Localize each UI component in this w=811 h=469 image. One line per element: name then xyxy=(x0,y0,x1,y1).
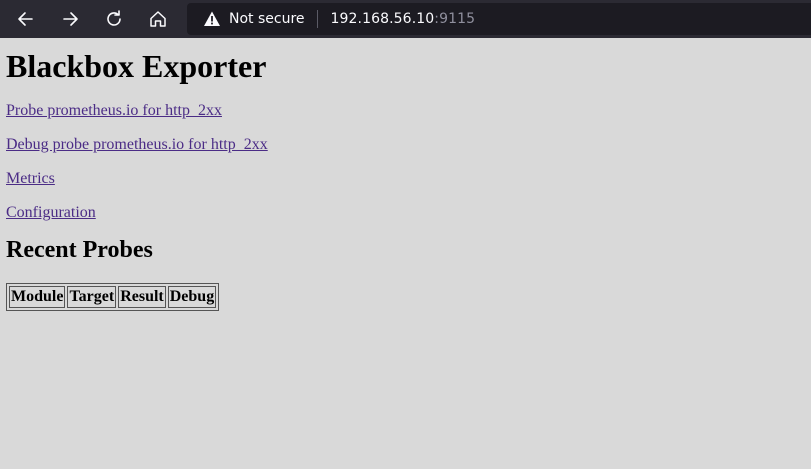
metrics-link[interactable]: Metrics xyxy=(6,170,55,188)
url-host: 192.168.56.10 xyxy=(330,11,435,27)
forward-button[interactable] xyxy=(55,4,85,34)
warning-icon[interactable] xyxy=(203,10,221,28)
security-status-label[interactable]: Not secure xyxy=(229,11,305,27)
column-header-module: Module xyxy=(9,286,66,309)
back-button[interactable] xyxy=(11,4,41,34)
page-title: Blackbox Exporter xyxy=(6,48,267,84)
urlbar-divider xyxy=(316,10,318,28)
reload-button[interactable] xyxy=(99,4,129,34)
forward-arrow-icon xyxy=(63,12,78,26)
home-button[interactable] xyxy=(143,4,173,34)
debug-probe-link[interactable]: Debug probe prometheus.io for http_2xx xyxy=(6,136,268,154)
table-header-row: Module Target Result Debug xyxy=(9,286,217,309)
reload-icon xyxy=(107,10,121,26)
probe-link[interactable]: Probe prometheus.io for http_2xx xyxy=(6,102,222,120)
column-header-result: Result xyxy=(118,286,166,309)
browser-toolbar: Not secure 192.168.56.10:9115 xyxy=(0,0,811,38)
home-icon xyxy=(150,11,166,27)
url-text[interactable]: 192.168.56.10:9115 xyxy=(331,11,476,27)
column-header-debug: Debug xyxy=(167,286,217,309)
url-bar[interactable]: Not secure 192.168.56.10:9115 xyxy=(187,3,811,35)
recent-probes-heading: Recent Probes xyxy=(6,236,153,263)
link-list: Probe prometheus.io for http_2xx Debug p… xyxy=(6,102,805,222)
configuration-link[interactable]: Configuration xyxy=(6,204,96,222)
back-arrow-icon xyxy=(18,12,33,26)
column-header-target: Target xyxy=(67,286,117,309)
page-content: Blackbox Exporter Probe prometheus.io fo… xyxy=(0,48,811,312)
url-port: :9115 xyxy=(434,11,476,27)
recent-probes-table: Module Target Result Debug xyxy=(6,283,220,312)
